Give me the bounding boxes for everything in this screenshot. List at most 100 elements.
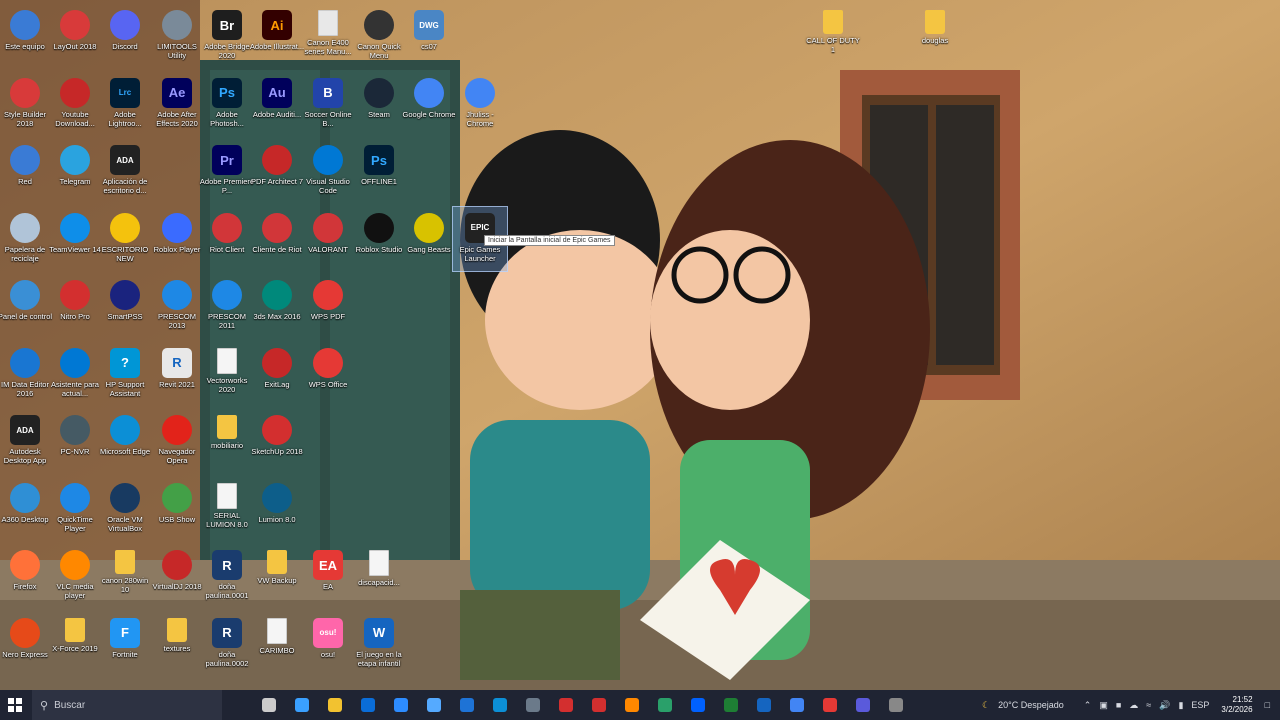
weather-text[interactable]: 20°C Despejado (998, 700, 1064, 710)
search-box[interactable]: ⚲ Buscar (32, 690, 222, 720)
desktop-icon[interactable]: Cliente de Riot (250, 207, 304, 271)
folder-tray-icon[interactable]: ■ (1116, 700, 1121, 710)
weather-icon[interactable]: ☾ (982, 700, 990, 711)
desktop-icon[interactable]: discapacid... (352, 544, 406, 608)
desktop-icon[interactable]: canon 280win 10 (98, 544, 152, 608)
chevron-up-icon[interactable]: ⌃ (1084, 700, 1092, 711)
desktop-icon[interactable]: Jhuliss - Chrome (453, 72, 507, 136)
desktop-icon[interactable]: VALORANT (301, 207, 355, 271)
desktop-icon[interactable]: USB Show (150, 477, 204, 541)
desktop-icon[interactable]: Canon E400 series Manu... (301, 4, 355, 68)
desktop-icon[interactable]: osu! osu! (301, 612, 355, 676)
desktop-icon[interactable]: textures (150, 612, 204, 676)
desktop-icon[interactable]: douglas (908, 4, 962, 68)
desktop-icon[interactable]: Navegador Opera (150, 409, 204, 473)
desktop-icon[interactable]: SmartPSS (98, 274, 152, 338)
desktop-icon[interactable]: ESCRITORIO NEW (98, 207, 152, 271)
desktop-icon[interactable]: PC-NVR (48, 409, 102, 473)
taskbar-app-button[interactable] (384, 690, 417, 720)
taskbar-app-button[interactable] (615, 690, 648, 720)
volume-icon[interactable]: 🔊 (1159, 700, 1170, 711)
taskbar-app-button[interactable] (714, 690, 747, 720)
desktop-icon[interactable]: Canon Quick Menu (352, 4, 406, 68)
desktop-icon[interactable]: SERIAL LUMION 8.0 (200, 477, 254, 541)
desktop-icon[interactable]: Panel de control (0, 274, 52, 338)
desktop-icon[interactable]: Firefox (0, 544, 52, 608)
taskbar-app-button[interactable] (681, 690, 714, 720)
desktop-icon[interactable]: PDF Architect 7 (250, 139, 304, 203)
desktop-icon[interactable]: SketchUp 2018 (250, 409, 304, 473)
desktop-icon[interactable]: IM Data Editor 2016 (0, 342, 52, 406)
desktop-icon[interactable]: Roblox Player (150, 207, 204, 271)
desktop-icon[interactable]: CARIMBO (250, 612, 304, 676)
battery-icon[interactable]: ▮ (1178, 700, 1183, 711)
desktop-icon[interactable]: Google Chrome (402, 72, 456, 136)
desktop-icon[interactable]: Pr Adobe Premiere P... (200, 139, 254, 203)
desktop-icon[interactable]: Vectorworks 2020 (200, 342, 254, 406)
desktop-icon[interactable]: Rdoña paulina.0002 (200, 612, 254, 676)
desktop-icon[interactable]: A360 Desktop (0, 477, 52, 541)
desktop-icon[interactable]: Steam (352, 72, 406, 136)
desktop-icon[interactable]: F Fortnite (98, 612, 152, 676)
desktop-icon[interactable]: W El juego en la etapa infantil (352, 612, 406, 676)
taskbar-app-button[interactable] (252, 690, 285, 720)
desktop-icon[interactable]: VW Backup (250, 544, 304, 608)
wifi-icon[interactable]: ≈ (1146, 700, 1151, 710)
desktop-icon[interactable]: Ps Adobe Photosh... (200, 72, 254, 136)
taskbar-app-button[interactable] (450, 690, 483, 720)
desktop-icon[interactable]: DWG cs07 (402, 4, 456, 68)
desktop-icon[interactable]: Visual Studio Code (301, 139, 355, 203)
desktop-icon[interactable]: CALL OF DUTY 1 (806, 4, 860, 68)
taskbar-app-button[interactable] (285, 690, 318, 720)
desktop-icon[interactable]: Riot Client (200, 207, 254, 271)
taskbar-app-button[interactable] (780, 690, 813, 720)
taskbar-app-button[interactable] (747, 690, 780, 720)
taskbar-app-button[interactable] (318, 690, 351, 720)
desktop-icon[interactable]: B Soccer Online B... (301, 72, 355, 136)
desktop-icon[interactable]: Papelera de reciclaje (0, 207, 52, 271)
start-button[interactable] (0, 690, 30, 720)
desktop-icon[interactable]: Lrc Adobe Lightroo... (98, 72, 152, 136)
desktop-icon[interactable]: ExitLag (250, 342, 304, 406)
desktop-icon[interactable]: QuickTime Player (48, 477, 102, 541)
desktop-icon[interactable]: ADA Aplicación de escritorio d... (98, 139, 152, 203)
taskbar-app-button[interactable] (417, 690, 450, 720)
desktop-icon[interactable]: PRESCOM 2011 (200, 274, 254, 338)
desktop-icon[interactable]: WPS PDF (301, 274, 355, 338)
desktop-icon[interactable]: LayOut 2018 (48, 4, 102, 68)
desktop-icon[interactable]: Style Builder 2018 (0, 72, 52, 136)
desktop-icon[interactable]: X-Force 2019 (48, 612, 102, 676)
taskbar-app-button[interactable] (879, 690, 912, 720)
taskbar-app-button[interactable] (846, 690, 879, 720)
desktop-icon[interactable]: Youtube Download... (48, 72, 102, 136)
desktop-icon[interactable]: PRESCOM 2013 (150, 274, 204, 338)
taskbar-app-button[interactable] (582, 690, 615, 720)
language-indicator[interactable]: ESP (1191, 700, 1209, 710)
desktop-icon[interactable]: 3ds Max 2016 (250, 274, 304, 338)
desktop-icon[interactable]: VirtualDJ 2018 (150, 544, 204, 608)
desktop-icon[interactable]: Asistente para actual... (48, 342, 102, 406)
taskbar-app-button[interactable] (813, 690, 846, 720)
desktop-icon[interactable]: Ps OFFLINE1 (352, 139, 406, 203)
desktop-icon[interactable]: Nitro Pro (48, 274, 102, 338)
taskbar-app-button[interactable] (648, 690, 681, 720)
desktop-icon[interactable]: Rdoña paulina.0001 (200, 544, 254, 608)
desktop-icon[interactable]: mobiliario (200, 409, 254, 473)
taskbar-app-button[interactable] (549, 690, 582, 720)
clock[interactable]: 21:52 3/2/2026 (1221, 695, 1252, 715)
desktop-icon[interactable]: Red (0, 139, 52, 203)
desktop-icon[interactable]: Ae Adobe After Effects 2020 (150, 72, 204, 136)
taskbar-app-button[interactable] (483, 690, 516, 720)
desktop-icon[interactable]: Roblox Studio (352, 207, 406, 271)
desktop-icon[interactable]: Lumion 8.0 (250, 477, 304, 541)
desktop-icon[interactable]: ADA Autodesk Desktop App (0, 409, 52, 473)
desktop-icon[interactable]: TeamViewer 14 (48, 207, 102, 271)
desktop-icon[interactable]: EA EA (301, 544, 355, 608)
taskbar-app-button[interactable] (351, 690, 384, 720)
desktop-icon[interactable]: Telegram (48, 139, 102, 203)
desktop-icon[interactable]: VLC media player (48, 544, 102, 608)
cloud-tray-icon[interactable]: ☁ (1129, 700, 1138, 711)
desktop-icon[interactable]: Br Adobe Bridge 2020 (200, 4, 254, 68)
desktop-icon[interactable]: WPS Office (301, 342, 355, 406)
desktop-icon[interactable]: Microsoft Edge (98, 409, 152, 473)
